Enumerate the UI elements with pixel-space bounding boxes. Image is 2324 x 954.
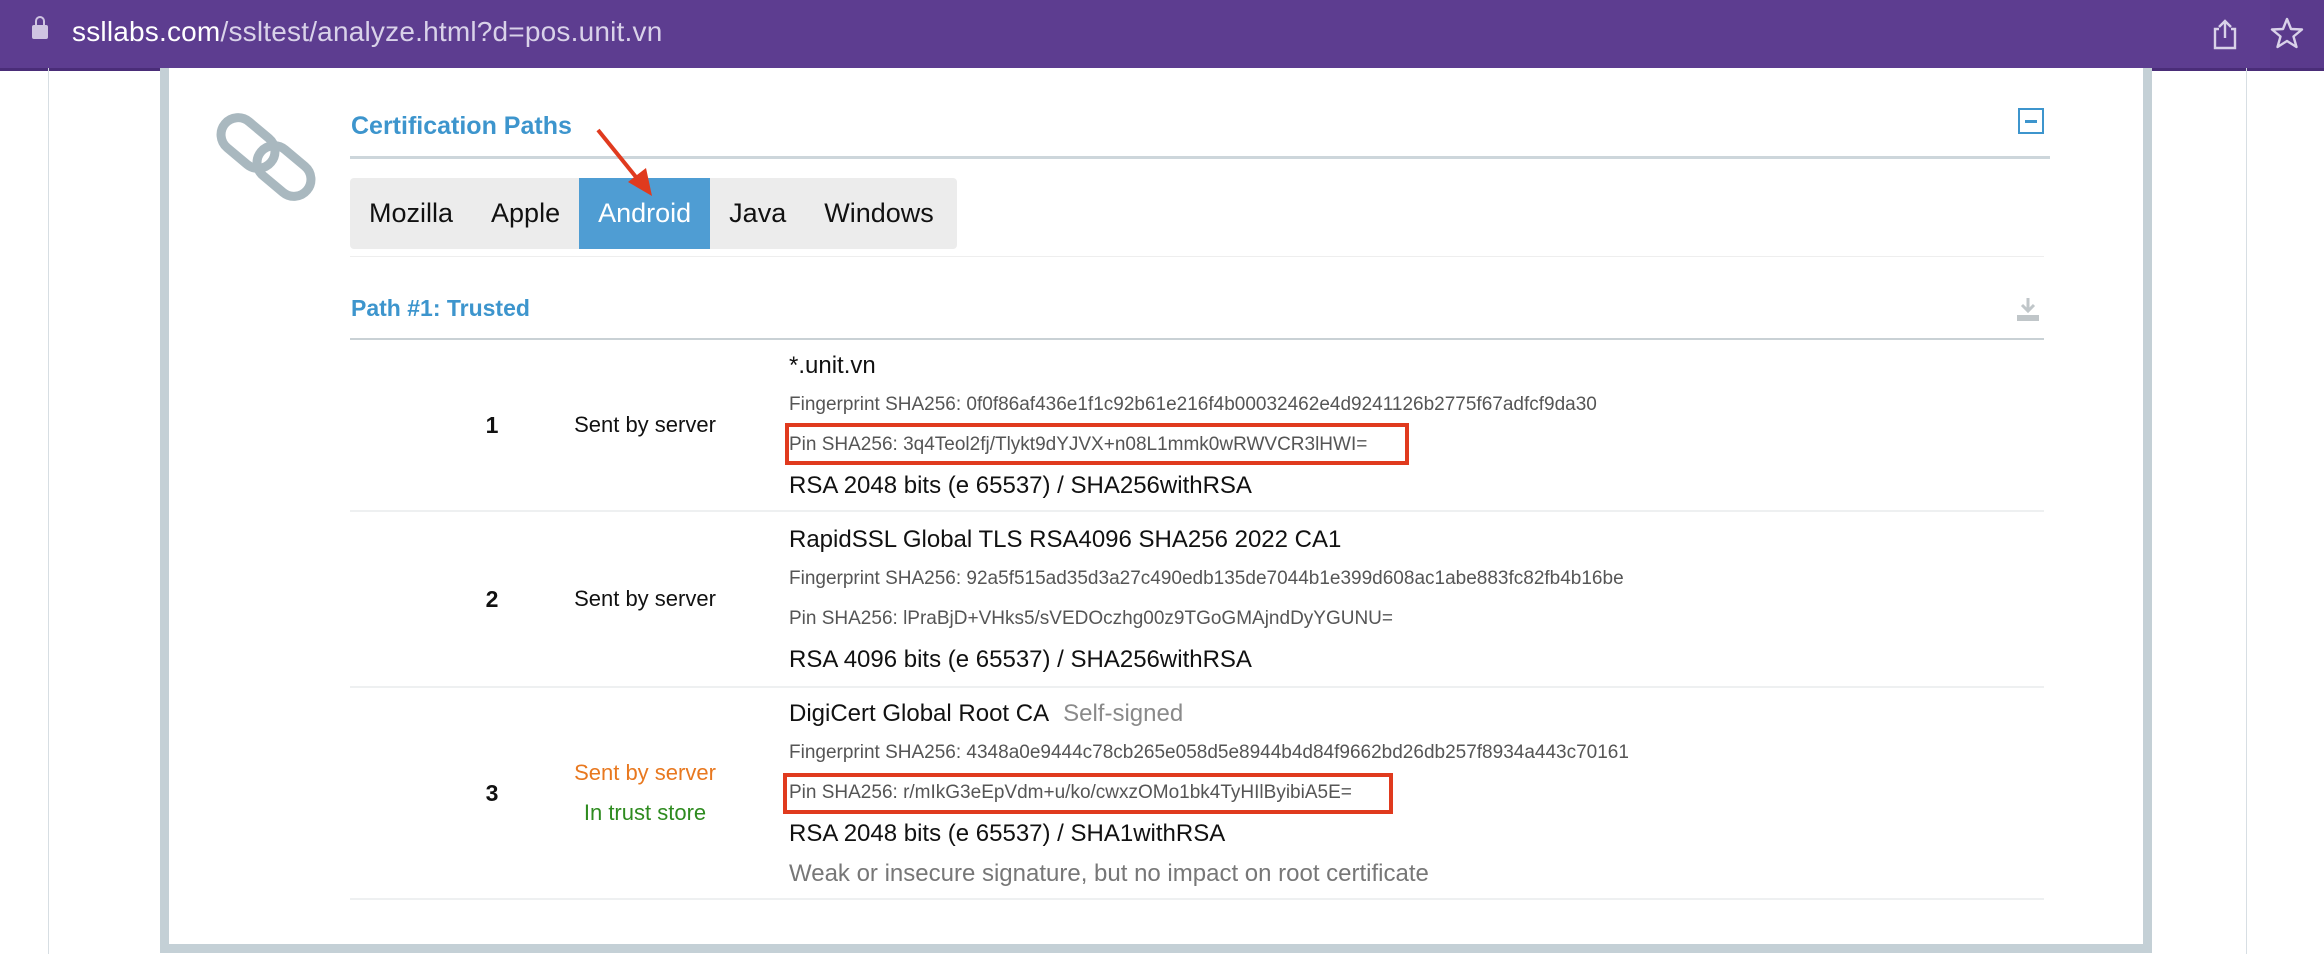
tab-java[interactable]: Java (710, 178, 805, 249)
page-border-left (48, 68, 49, 954)
collapse-icon[interactable] (2018, 108, 2044, 134)
star-icon[interactable] (2270, 16, 2304, 50)
row-divider (350, 898, 2044, 900)
url-text[interactable]: ssllabs.com/ssltest/analyze.html?d=pos.u… (72, 16, 662, 48)
cert-name: DigiCert Global Root CA Self-signed (789, 700, 1183, 728)
annotation-arrow (596, 128, 652, 196)
cert-fingerprint: Fingerprint SHA256: 92a5f515ad35d3a27c49… (789, 568, 1624, 589)
cert-fingerprint: Fingerprint SHA256: 0f0f86af436e1f1c92b6… (789, 394, 1597, 415)
sent-status: Sent by server (574, 760, 716, 785)
tab-mozilla[interactable]: Mozilla (350, 178, 472, 249)
url-path: /ssltest/analyze.html?d=pos.unit.vn (220, 16, 663, 47)
cert-name: RapidSSL Global TLS RSA4096 SHA256 2022 … (789, 526, 1342, 553)
row-divider (350, 510, 2044, 512)
cert-name-text: DigiCert Global Root CA (789, 700, 1050, 727)
chain-icon (216, 113, 316, 201)
tab-apple[interactable]: Apple (472, 178, 579, 249)
download-icon[interactable] (2016, 296, 2040, 322)
sent-status: Sent by server (574, 412, 716, 437)
sent-status: Sent by server (574, 586, 716, 611)
cert-pin: Pin SHA256: lPraBjD+VHks5/sVEDOczhg00z9T… (789, 608, 1394, 629)
path-title: Path #1: Trusted (351, 295, 530, 321)
cert-number: 1 (485, 412, 499, 438)
cert-number: 3 (485, 780, 499, 806)
cert-warning: Weak or insecure signature, but no impac… (789, 860, 1429, 887)
share-icon[interactable] (2210, 18, 2240, 50)
lock-icon[interactable] (32, 16, 48, 39)
address-bar[interactable]: ssllabs.com/ssltest/analyze.html?d=pos.u… (0, 0, 2270, 68)
self-signed-label: Self-signed (1063, 700, 1184, 727)
section-title: Certification Paths (351, 112, 572, 140)
cert-name: *.unit.vn (789, 352, 876, 379)
tab-windows[interactable]: Windows (805, 178, 953, 249)
row-divider (350, 686, 2044, 688)
highlight-box (783, 773, 1393, 814)
cert-key-info: RSA 2048 bits (e 65537) / SHA1withRSA (789, 820, 1226, 847)
cert-key-info: RSA 4096 bits (e 65537) / SHA256withRSA (789, 646, 1252, 673)
cert-key-info: RSA 2048 bits (e 65537) / SHA256withRSA (789, 472, 1252, 499)
cert-fingerprint: Fingerprint SHA256: 4348a0e9444c78cb265e… (789, 742, 1629, 763)
url-host: ssllabs.com (72, 16, 221, 47)
browser-toolbar: ssllabs.com/ssltest/analyze.html?d=pos.u… (0, 0, 2324, 71)
highlight-box (785, 423, 1409, 465)
divider (350, 256, 2044, 257)
trust-status: In trust store (583, 800, 707, 825)
cert-number: 2 (485, 586, 499, 612)
page-border-right (2246, 68, 2247, 954)
path-divider (350, 338, 2044, 340)
